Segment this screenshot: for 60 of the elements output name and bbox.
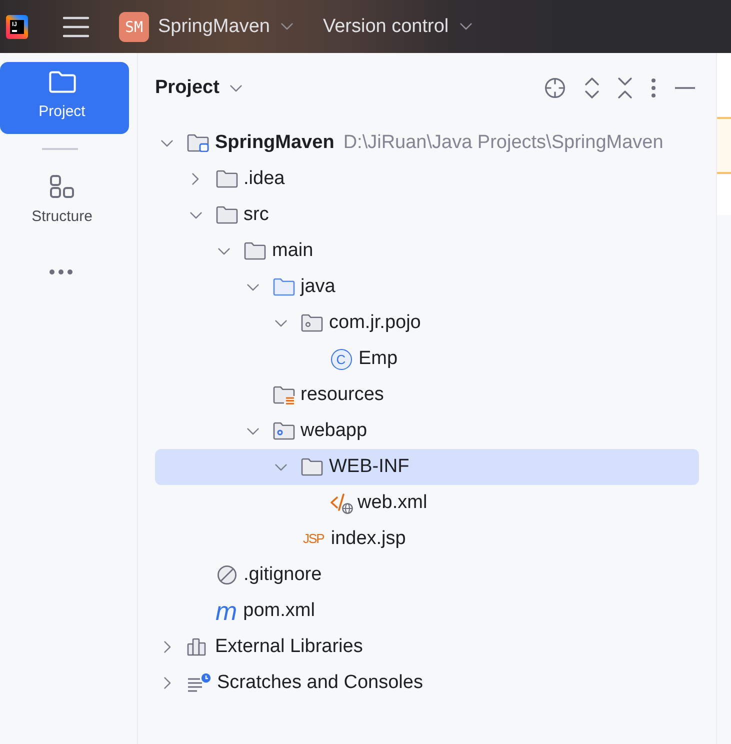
project-initials: SM <box>119 12 149 42</box>
tree-item[interactable]: .idea <box>155 161 699 197</box>
menu-icon[interactable] <box>63 16 89 38</box>
tree-item[interactable]: WEB-INF <box>155 449 699 485</box>
caret-icon <box>230 84 242 92</box>
chevron-down-icon[interactable] <box>275 464 287 470</box>
more-vertical-icon[interactable] <box>651 78 656 98</box>
tree-item[interactable]: External Libraries <box>155 629 699 665</box>
chevron-right-icon[interactable] <box>164 677 170 689</box>
source-folder-icon <box>272 278 294 296</box>
module-folder-icon <box>187 134 209 152</box>
crosshair-icon[interactable] <box>544 77 566 99</box>
chevron-down-icon[interactable] <box>246 428 258 434</box>
tree-item[interactable]: main <box>155 233 699 269</box>
project-path: D:\JiRuan\Java Projects\SpringMaven <box>343 132 664 154</box>
expand-all-icon[interactable] <box>585 77 599 99</box>
m-letter-icon: m <box>216 601 238 621</box>
chevron-down-icon[interactable] <box>190 212 202 218</box>
resources-folder-icon <box>272 386 294 404</box>
jsp-file-icon: JSP <box>303 531 324 547</box>
tool-window-button[interactable]: Project <box>0 62 129 134</box>
web-folder-icon <box>272 422 294 440</box>
folder-icon <box>244 242 266 260</box>
chevron-down-icon[interactable] <box>161 140 173 146</box>
project-view-dropdown[interactable]: Project <box>155 77 242 99</box>
tree-item[interactable]: .gitignore <box>155 557 699 593</box>
caret-icon <box>280 23 293 30</box>
tree-item[interactable]: webapp <box>155 413 699 449</box>
tree-item[interactable]: m pom.xml <box>155 593 699 629</box>
class-icon: C <box>330 348 352 370</box>
chevron-right-icon[interactable] <box>192 173 199 185</box>
tree-item[interactable]: C Emp <box>155 341 699 377</box>
caret-icon <box>460 23 472 30</box>
tree-item[interactable]: JSP index.jsp <box>155 521 699 557</box>
chevron-right-icon[interactable] <box>164 641 170 653</box>
more-icon[interactable] <box>49 269 73 275</box>
current-workspace-dropdown[interactable]: SpringMaven <box>158 16 293 38</box>
tree-item[interactable]: web.xml <box>155 485 699 521</box>
xml-file-icon <box>330 492 354 514</box>
package-folder-icon <box>301 314 323 332</box>
tree-item[interactable]: src <box>155 197 699 233</box>
notification-banner <box>717 117 731 174</box>
folder-icon <box>301 458 323 476</box>
tree-item[interactable]: java <box>155 269 699 305</box>
chevron-down-icon[interactable] <box>246 284 258 290</box>
tool-window-button[interactable]: Structure <box>0 166 129 238</box>
folder-icon <box>216 170 238 188</box>
chevron-down-icon[interactable] <box>275 320 287 326</box>
chevron-down-icon[interactable] <box>218 248 230 254</box>
folder-icon <box>48 71 76 93</box>
vcs-menu[interactable]: Version control <box>322 16 472 38</box>
tree-item[interactable]: Scratches and Consoles <box>155 665 699 701</box>
tree-item[interactable]: SpringMaven D:\JiRuan\Java Projects\SpringMaven <box>155 125 699 161</box>
tree-item[interactable]: com.jr.pojo <box>155 305 699 341</box>
structure-icon <box>50 175 74 198</box>
prohibited-icon <box>216 565 236 585</box>
tree-item[interactable]: resources <box>155 377 699 413</box>
collapse-all-icon[interactable] <box>618 77 632 99</box>
folder-icon <box>216 206 238 224</box>
scratches-icon <box>187 673 211 693</box>
